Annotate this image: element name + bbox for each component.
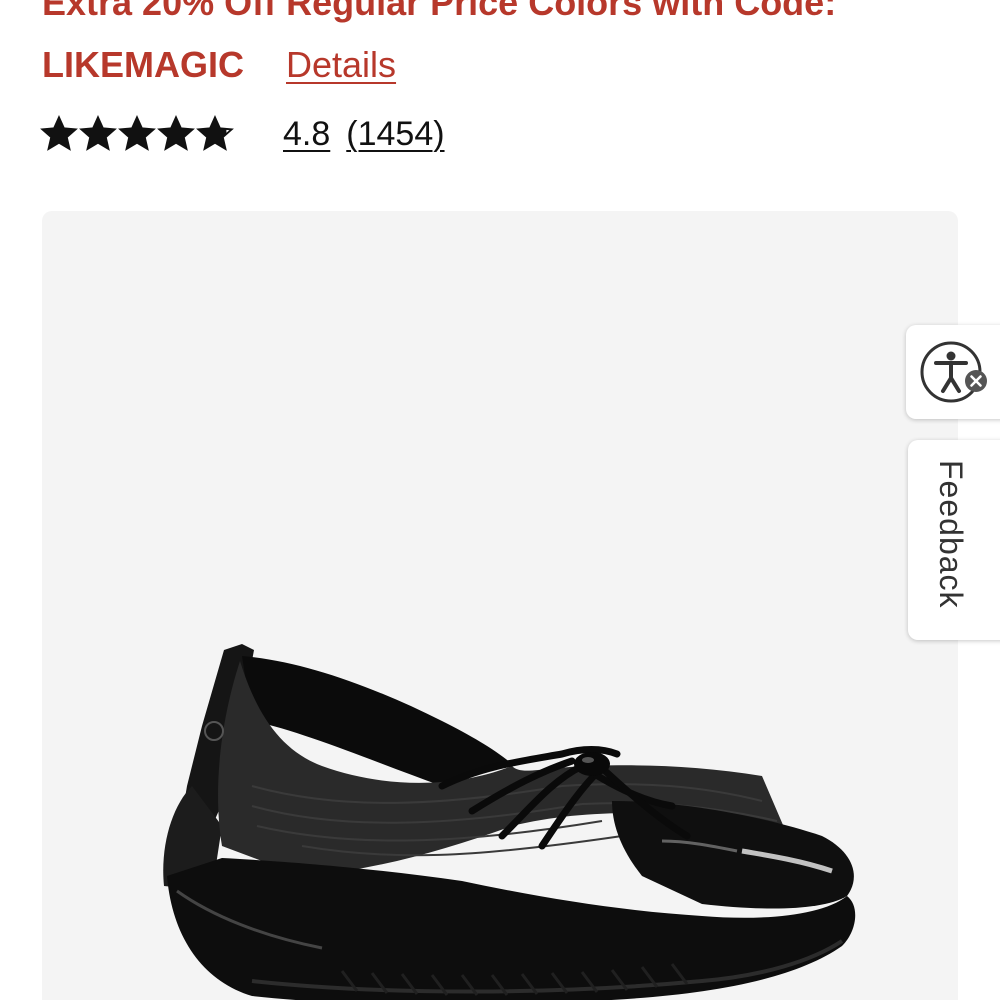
star-partial-icon [196, 115, 234, 151]
promo-banner: Extra 20% Off Regular Price Colors with … [42, 0, 942, 96]
accessibility-icon [920, 341, 987, 403]
star-full-icon [40, 115, 78, 151]
star-full-icon [118, 115, 156, 151]
promo-text: Extra 20% Off Regular Price Colors with … [42, 0, 837, 23]
star-full-icon [79, 115, 117, 151]
promo-details-link[interactable]: Details [286, 34, 396, 96]
feedback-label: Feedback [933, 460, 969, 609]
rating-value-link[interactable]: 4.8 [283, 115, 330, 154]
feedback-tab[interactable]: Feedback [908, 440, 1000, 640]
rating-stars [40, 115, 235, 153]
product-image-panel[interactable] [42, 211, 958, 1000]
product-page: Extra 20% Off Regular Price Colors with … [0, 0, 1000, 1000]
review-count-link[interactable]: (1454) [346, 115, 444, 154]
promo-code-row: LIKEMAGIC Details [42, 34, 942, 96]
promo-code: LIKEMAGIC [42, 44, 244, 85]
star-full-icon [157, 115, 195, 151]
accessibility-widget-button[interactable] [906, 325, 1000, 419]
black-slip-on-shoe-image [163, 644, 856, 1000]
product-rating: 4.8 (1454) [40, 110, 445, 158]
